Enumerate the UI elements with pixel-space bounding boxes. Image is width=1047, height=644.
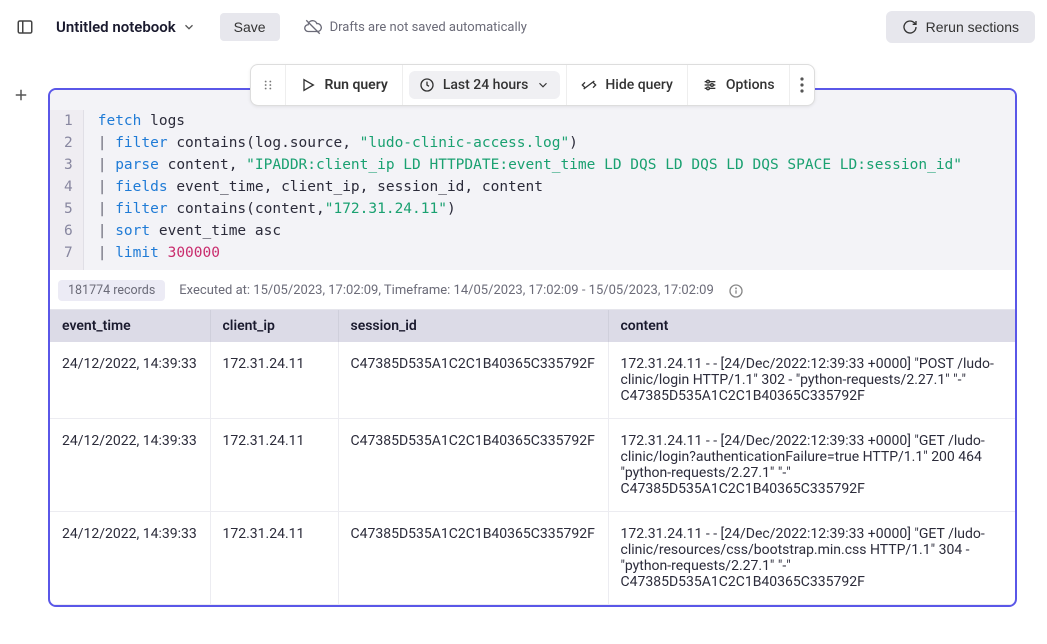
cell-session_id: C47385D535A1C2C1B40365C335792F (338, 342, 608, 419)
top-header: Untitled notebook Save Drafts are not sa… (0, 0, 1047, 54)
code-content[interactable]: fetch logs| filter contains(log.source, … (84, 110, 976, 270)
status-row: 181774 records Executed at: 15/05/2023, … (50, 270, 1015, 309)
results-panel: event_timeclient_ipsession_idcontent 24/… (50, 309, 1015, 605)
cell-client_ip: 172.31.24.11 (210, 419, 338, 512)
cell-session_id: C47385D535A1C2C1B40365C335792F (338, 512, 608, 605)
table-row[interactable]: 24/12/2022, 14:39:33172.31.24.11C47385D5… (50, 419, 1015, 512)
table-header-row: event_timeclient_ipsession_idcontent (50, 310, 1015, 342)
play-icon (300, 77, 316, 93)
notebook-title: Untitled notebook (56, 18, 176, 36)
info-icon[interactable] (728, 283, 744, 299)
options-label: Options (726, 77, 775, 93)
column-header-client_ip[interactable]: client_ip (210, 310, 338, 342)
notebook-title-dropdown[interactable]: Untitled notebook (56, 18, 196, 36)
column-header-event_time[interactable]: event_time (50, 310, 210, 342)
column-header-session_id[interactable]: session_id (338, 310, 608, 342)
refresh-icon (902, 19, 918, 35)
cell-content: 172.31.24.11 - - [24/Dec/2022:12:39:33 +… (608, 419, 1015, 512)
save-button[interactable]: Save (220, 13, 280, 41)
line-gutter: 1234567 (50, 110, 84, 270)
table-row[interactable]: 24/12/2022, 14:39:33172.31.24.11C47385D5… (50, 512, 1015, 605)
cell-session_id: C47385D535A1C2C1B40365C335792F (338, 419, 608, 512)
cell-content: 172.31.24.11 - - [24/Dec/2022:12:39:33 +… (608, 342, 1015, 419)
cell-toolbar: Run query Last 24 hours Hide query (250, 64, 814, 106)
draft-note: Drafts are not saved automatically (330, 20, 527, 35)
drag-handle-icon[interactable] (251, 65, 286, 105)
options-icon (702, 77, 718, 93)
options-button[interactable]: Options (702, 77, 775, 93)
cell-content: 172.31.24.11 - - [24/Dec/2022:12:39:33 +… (608, 512, 1015, 605)
results-table: event_timeclient_ipsession_idcontent 24/… (50, 310, 1015, 605)
cell-client_ip: 172.31.24.11 (210, 342, 338, 419)
clock-icon (419, 77, 435, 93)
record-count-chip: 181774 records (58, 280, 165, 301)
table-body: 24/12/2022, 14:39:33172.31.24.11C47385D5… (50, 342, 1015, 605)
column-header-content[interactable]: content (608, 310, 1015, 342)
cloud-off-icon (304, 18, 322, 36)
query-cell: 1234567 fetch logs| filter contains(log.… (48, 88, 1017, 607)
run-query-label: Run query (324, 77, 387, 93)
cell-event_time: 24/12/2022, 14:39:33 (50, 342, 210, 419)
cell-event_time: 24/12/2022, 14:39:33 (50, 512, 210, 605)
executed-at-text: Executed at: 15/05/2023, 17:02:09, Timef… (179, 283, 713, 298)
draft-status: Drafts are not saved automatically (304, 18, 527, 36)
table-row[interactable]: 24/12/2022, 14:39:33172.31.24.11C47385D5… (50, 342, 1015, 419)
run-query-button[interactable]: Run query (300, 77, 387, 93)
timeframe-label: Last 24 hours (443, 77, 529, 93)
chevron-down-icon (182, 20, 196, 34)
panel-toggle-icon[interactable] (12, 14, 38, 40)
cell-client_ip: 172.31.24.11 (210, 512, 338, 605)
code-editor[interactable]: 1234567 fetch logs| filter contains(log.… (50, 90, 1015, 270)
rerun-label: Rerun sections (926, 19, 1019, 35)
rerun-sections-button[interactable]: Rerun sections (886, 11, 1035, 43)
cell-event_time: 24/12/2022, 14:39:33 (50, 419, 210, 512)
hide-icon (581, 77, 597, 93)
timeframe-selector[interactable]: Last 24 hours (409, 71, 561, 99)
hide-query-label: Hide query (605, 77, 673, 93)
more-menu-button[interactable] (790, 65, 814, 105)
hide-query-button[interactable]: Hide query (581, 77, 673, 93)
main-content: Run query Last 24 hours Hide query (0, 54, 1037, 644)
chevron-down-icon (536, 78, 550, 92)
